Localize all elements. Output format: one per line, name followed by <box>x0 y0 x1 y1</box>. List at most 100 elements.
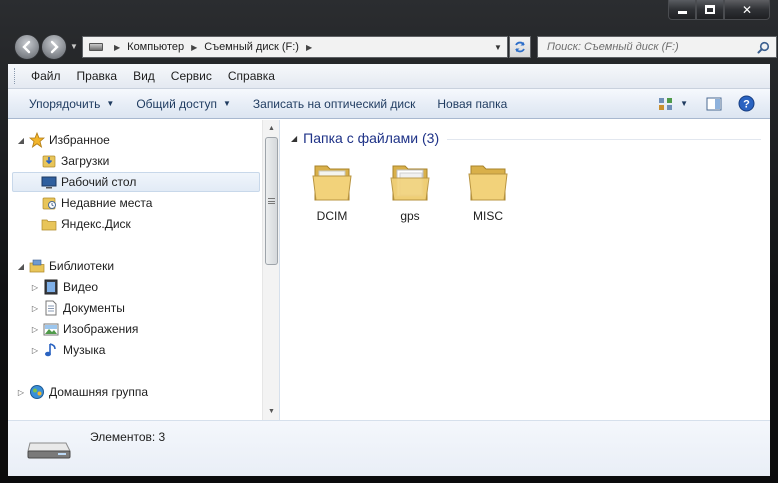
item-count: Элементов: 3 <box>90 430 166 444</box>
video-library-icon <box>42 279 60 295</box>
refresh-button[interactable] <box>509 36 531 58</box>
command-bar: Упорядочить ▼ Общий доступ ▼ Записать на… <box>8 89 770 119</box>
tree-music[interactable]: ▷ Музыка <box>30 340 106 360</box>
share-button[interactable]: Общий доступ ▼ <box>125 92 242 116</box>
group-divider <box>447 138 761 140</box>
maximize-icon <box>705 5 715 14</box>
chevron-right-icon[interactable]: ▶ <box>191 43 197 52</box>
address-dropdown-icon[interactable]: ▼ <box>489 37 507 57</box>
tree-images[interactable]: ▷ Изображения <box>30 319 139 339</box>
navigation-bar: ▼ ▶ Компьютер ▶ Съемный диск (F:) ▶ ▼ <box>12 33 777 61</box>
chevron-right-icon[interactable]: ▶ <box>114 43 120 52</box>
tree-video[interactable]: ▷ Видео <box>30 277 98 297</box>
change-view-button[interactable] <box>654 93 678 115</box>
tree-downloads[interactable]: Загрузки <box>38 151 109 171</box>
tree-images-label: Изображения <box>63 322 139 336</box>
scroll-up-icon[interactable]: ▲ <box>263 120 280 137</box>
group-title: Папка с файлами (3) <box>303 130 440 146</box>
scroll-grip <box>268 198 275 204</box>
address-bar[interactable]: ▶ Компьютер ▶ Съемный диск (F:) ▶ ▼ <box>82 36 508 58</box>
tree-recent-places-label: Недавние места <box>61 196 153 210</box>
forward-button[interactable] <box>41 34 67 60</box>
recent-places-icon <box>40 195 58 211</box>
expand-icon[interactable]: ▷ <box>30 346 40 355</box>
documents-library-icon <box>42 300 60 316</box>
view-controls: ▼ ? <box>650 93 770 115</box>
music-library-icon <box>42 342 60 358</box>
tree-documents[interactable]: ▷ Документы <box>30 298 125 318</box>
folder-item[interactable]: gps <box>375 156 445 223</box>
tree-desktop-label: Рабочий стол <box>61 175 137 189</box>
tree-yandex-disk[interactable]: Яндекс.Диск <box>38 214 131 234</box>
folder-icon <box>468 165 508 201</box>
view-dropdown-icon[interactable]: ▼ <box>680 99 688 108</box>
content-pane: ◢ Папка с файлами (3) DCIM gps MISC <box>281 120 770 420</box>
removable-drive-icon <box>27 442 71 459</box>
tree-downloads-label: Загрузки <box>61 154 110 168</box>
caption-buttons: ✕ <box>668 0 770 20</box>
folder-item[interactable]: DCIM <box>297 156 367 223</box>
folder-label: MISC <box>473 209 503 223</box>
desktop-icon <box>40 174 58 190</box>
star-icon <box>28 132 46 148</box>
collapse-icon[interactable]: ◢ <box>291 134 297 143</box>
arrow-left-icon <box>22 40 31 54</box>
chevron-down-icon: ▼ <box>222 98 231 108</box>
scroll-down-icon[interactable]: ▼ <box>263 403 280 420</box>
menu-edit[interactable]: Правка <box>69 66 126 86</box>
tree-music-label: Музыка <box>63 343 106 357</box>
expand-icon[interactable]: ▷ <box>30 283 40 292</box>
menu-help[interactable]: Справка <box>220 66 283 86</box>
tree-libraries[interactable]: ◢ Библиотеки <box>16 256 114 276</box>
preview-pane-button[interactable] <box>702 93 726 115</box>
folder-item[interactable]: MISC <box>453 156 523 223</box>
close-icon: ✕ <box>741 2 753 17</box>
chevron-right-icon[interactable]: ▶ <box>306 43 312 52</box>
tree-documents-label: Документы <box>63 301 125 315</box>
collapse-icon[interactable]: ◢ <box>16 262 26 271</box>
tree-yandex-disk-label: Яндекс.Диск <box>61 217 131 231</box>
folder-label: DCIM <box>316 209 348 223</box>
close-button[interactable]: ✕ <box>724 0 770 20</box>
tree-favorites[interactable]: ◢ Избранное <box>16 130 110 150</box>
expand-icon[interactable]: ▷ <box>16 388 26 397</box>
recent-pages-dropdown-icon[interactable]: ▼ <box>70 42 78 51</box>
breadcrumb-removable-disk[interactable]: Съемный диск (F:) <box>204 41 299 53</box>
organize-label: Упорядочить <box>29 96 101 111</box>
collapse-icon[interactable]: ◢ <box>16 136 26 145</box>
refresh-icon <box>515 41 525 53</box>
folder-icon <box>390 165 430 201</box>
burn-disc-button[interactable]: Записать на оптический диск <box>242 92 427 116</box>
minimize-button[interactable] <box>668 0 696 20</box>
search-box[interactable] <box>537 36 777 58</box>
minimize-icon <box>677 10 687 14</box>
folder-icon <box>312 165 352 201</box>
maximize-button[interactable] <box>696 0 724 20</box>
help-button[interactable]: ? <box>734 93 758 115</box>
new-folder-label: Новая папка <box>437 96 508 111</box>
menu-bar: Файл Правка Вид Сервис Справка <box>8 64 770 89</box>
tree-recent-places[interactable]: Недавние места <box>38 193 152 213</box>
explorer-client-area: Файл Правка Вид Сервис Справка Упорядочи… <box>8 64 770 476</box>
search-icon[interactable] <box>757 41 770 54</box>
organize-button[interactable]: Упорядочить ▼ <box>18 92 125 116</box>
tree-homegroup[interactable]: ▷ Домашняя группа <box>16 382 148 402</box>
search-input[interactable] <box>547 41 747 53</box>
back-button[interactable] <box>14 34 40 60</box>
navigation-pane: ◢ Избранное Загрузки Рабочий стол Недавн… <box>8 120 280 420</box>
svg-text:?: ? <box>743 99 750 111</box>
new-folder-button[interactable]: Новая папка <box>426 92 518 116</box>
expand-icon[interactable]: ▷ <box>30 304 40 313</box>
tree-desktop[interactable]: Рабочий стол <box>12 172 260 192</box>
menu-file[interactable]: Файл <box>23 66 69 86</box>
scroll-thumb[interactable] <box>265 137 278 265</box>
folder-icon <box>40 216 58 232</box>
menu-tools[interactable]: Сервис <box>163 66 220 86</box>
tree-homegroup-label: Домашняя группа <box>49 385 149 399</box>
breadcrumb-computer[interactable]: Компьютер <box>127 41 184 53</box>
menu-view[interactable]: Вид <box>125 66 163 86</box>
expand-icon[interactable]: ▷ <box>30 325 40 334</box>
group-header[interactable]: ◢ Папка с файлами (3) <box>291 130 761 146</box>
chevron-down-icon: ▼ <box>106 98 115 108</box>
navigation-scrollbar[interactable]: ▲ ▼ <box>262 120 279 420</box>
